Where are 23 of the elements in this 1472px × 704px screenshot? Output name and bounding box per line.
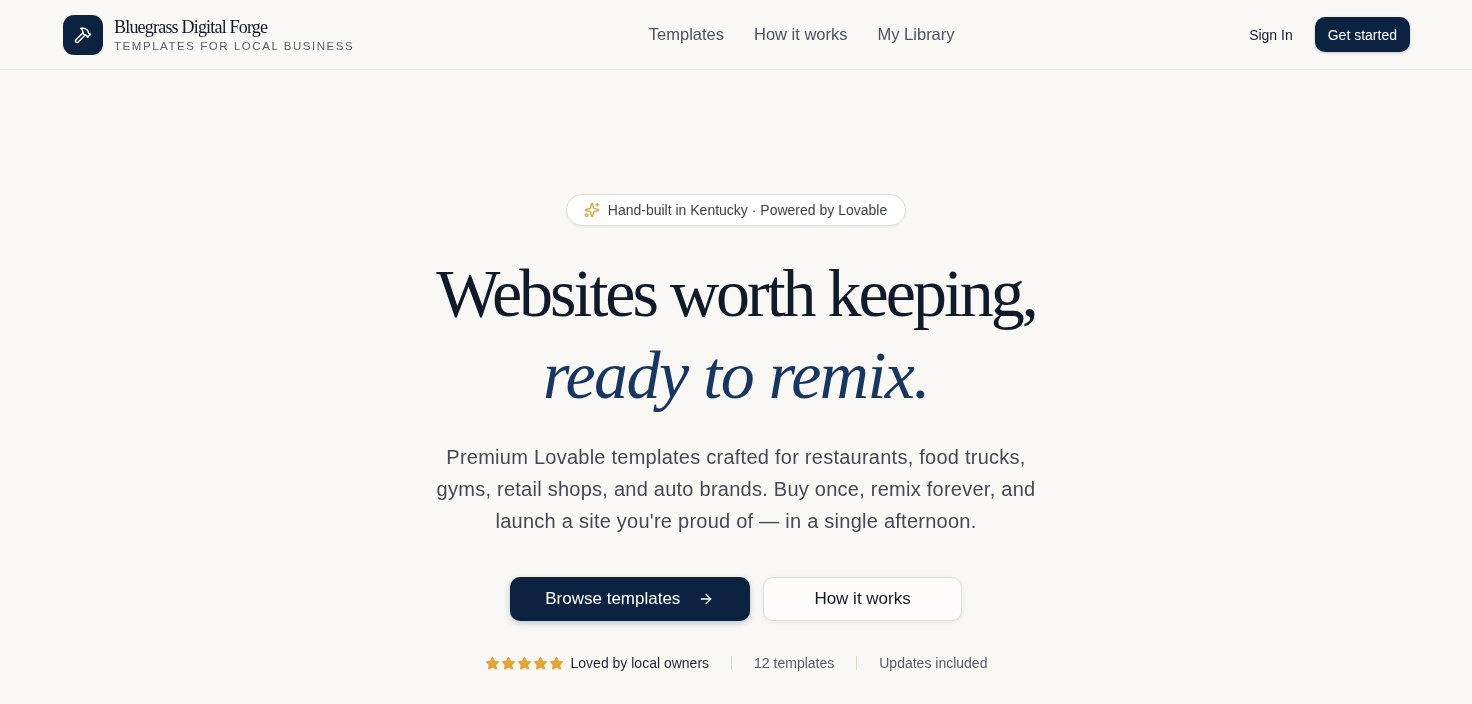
star-icon [484,655,500,671]
trust-fact: 12 templates [754,655,835,671]
browse-button[interactable]: Browse templates [510,577,751,621]
star-icon [500,655,516,671]
nav-link[interactable]: How it works [754,25,848,44]
sparkles-icon [583,202,600,218]
hammer-icon [63,14,103,55]
hero-title-accent: ready to remix. [543,336,929,415]
hero-description: Premium Lovable templates crafted for restaurants, food trucks, gyms, retail shops, and auto brands. Buy once, remix forever, and launch a site you're proud of — in a single afternoon. [435,445,1037,534]
star-icon [516,655,532,671]
hero-title: Websites worth keeping, [436,254,1036,333]
nav-link[interactable]: My Library [877,25,955,44]
trust-fact: Updates included [879,655,988,671]
secondary-button[interactable]: How it works [763,577,962,621]
badge-text: Hand-built in Kentucky · Powered by Lovable [607,202,888,218]
brand-tagline: TEMPLATES FOR LOCAL BUSINESS [114,38,355,53]
star-icon [548,655,564,671]
get-started-button[interactable]: Get started [1314,17,1410,52]
sign-in-link[interactable]: Sign In [1249,26,1293,43]
star-icon [532,655,548,671]
rating-label: Loved by local owners [570,655,710,671]
brand-name: Bluegrass Digital Forge [114,16,269,37]
nav-link[interactable]: Templates [648,25,724,44]
